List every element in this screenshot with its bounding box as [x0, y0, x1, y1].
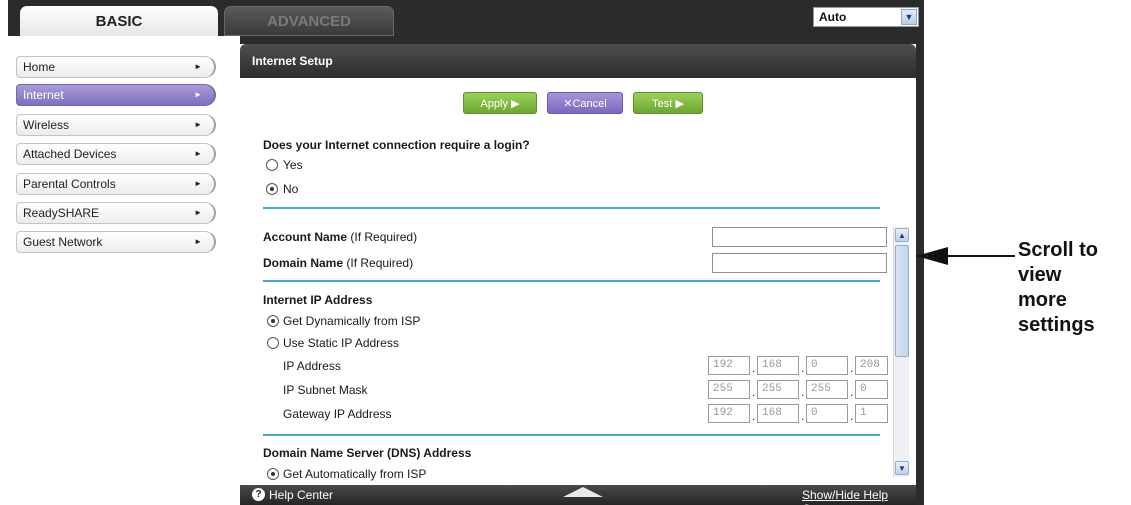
ip-dynamic-label: Get Dynamically from ISP [283, 314, 421, 328]
sidebar-item-label: ReadySHARE [23, 206, 100, 220]
domain-name-field[interactable] [712, 253, 887, 273]
callout-arrow-icon [916, 247, 948, 265]
sidebar-item-parental-controls[interactable]: Parental Controls ► [16, 173, 216, 195]
caret-right-icon: ► [194, 179, 202, 188]
dot-separator: . [850, 361, 854, 375]
sidebar-item-label: Guest Network [23, 235, 103, 249]
caret-right-icon: ► [194, 237, 202, 246]
login-yes-radio[interactable] [266, 159, 278, 171]
ip-octet-input[interactable]: 0 [806, 356, 848, 375]
test-button[interactable]: Test ▶ [633, 92, 703, 114]
panel-title: Internet Setup [240, 44, 916, 78]
sidebar-item-label: Parental Controls [23, 177, 116, 191]
login-no-radio[interactable] [266, 183, 278, 195]
ip-static-radio[interactable] [267, 337, 279, 349]
account-name-field[interactable] [712, 227, 887, 247]
login-no-label: No [283, 182, 299, 196]
callout-line: more [1018, 289, 1067, 311]
show-hide-help-link[interactable]: Show/Hide Help Center [802, 488, 916, 505]
dot-separator: . [850, 409, 854, 423]
apply-button[interactable]: Apply ▶ [463, 92, 537, 114]
domain-name-label: Domain Name [263, 256, 344, 270]
sidebar-item-label: Attached Devices [23, 147, 117, 161]
if-required-note: (If Required) [346, 256, 414, 270]
caret-right-icon: ► [194, 62, 202, 71]
dot-separator: . [752, 361, 756, 375]
sidebar-item-guest-network[interactable]: Guest Network ► [16, 231, 216, 253]
caret-right-icon: ► [194, 120, 202, 129]
sidebar-item-label: Wireless [23, 118, 70, 132]
caret-right-icon: ► [194, 149, 202, 158]
login-yes-label: Yes [283, 158, 303, 172]
dns-section-heading: Domain Name Server (DNS) Address [263, 446, 472, 460]
callout-arrow-line [945, 255, 1015, 257]
login-question: Does your Internet connection require a … [263, 138, 530, 152]
dot-separator: . [752, 409, 756, 423]
subnet-octet-input[interactable]: 255 [806, 380, 848, 399]
help-icon[interactable]: ? [252, 488, 265, 501]
sidebar-item-wireless[interactable]: Wireless ► [16, 114, 216, 136]
panel-scrollbar[interactable]: ▲ ▼ [893, 227, 909, 477]
dns-auto-radio[interactable] [267, 468, 279, 480]
gateway-octet-input[interactable]: 1 [855, 404, 888, 423]
scroll-callout: Scroll to view more settings [1018, 238, 1098, 338]
sidebar-item-home[interactable]: Home ► [16, 56, 216, 78]
scrollbar-thumb[interactable] [895, 245, 909, 357]
ip-address-label: IP Address [283, 359, 341, 373]
tab-advanced[interactable]: ADVANCED [224, 6, 394, 36]
help-center-label[interactable]: Help Center [269, 488, 333, 502]
dot-separator: . [801, 385, 805, 399]
dot-separator: . [801, 361, 805, 375]
cancel-button[interactable]: ✕Cancel [547, 92, 623, 114]
dot-separator: . [752, 385, 756, 399]
sidebar-item-label: Internet [23, 88, 64, 102]
ip-dynamic-radio[interactable] [267, 315, 279, 327]
section-divider [263, 434, 880, 436]
ip-address-fields: 192 . 168 . 0 . 208 [708, 356, 888, 376]
subnet-octet-input[interactable]: 255 [708, 380, 750, 399]
sidebar: Home ► Internet ► Wireless ► Attached Devic… [8, 36, 240, 505]
ip-static-label: Use Static IP Address [283, 336, 399, 350]
ip-octet-input[interactable]: 168 [757, 356, 799, 375]
gateway-fields: 192 . 168 . 0 . 1 [708, 404, 888, 424]
gateway-label: Gateway IP Address [283, 407, 392, 421]
sidebar-item-internet[interactable]: Internet ► [16, 84, 216, 106]
scroll-down-icon[interactable]: ▼ [895, 461, 909, 475]
caret-right-icon: ► [194, 90, 202, 99]
ip-octet-input[interactable]: 208 [855, 356, 888, 375]
help-center-bar: ? Help Center Show/Hide Help Center [240, 485, 916, 505]
callout-line: settings [1018, 314, 1095, 336]
language-select[interactable]: Auto ▼ [813, 7, 919, 27]
callout-line: view [1018, 264, 1062, 286]
subnet-octet-input[interactable]: 255 [757, 380, 799, 399]
subnet-mask-label: IP Subnet Mask [283, 383, 368, 397]
chevron-down-icon[interactable]: ▼ [901, 9, 917, 25]
gateway-octet-input[interactable]: 168 [757, 404, 799, 423]
callout-line: Scroll to [1018, 239, 1099, 261]
dot-separator: . [850, 385, 854, 399]
dns-auto-label: Get Automatically from ISP [283, 467, 427, 481]
subnet-mask-fields: 255 . 255 . 255 . 0 [708, 380, 888, 400]
account-name-label-row: Account Name (If Required) [263, 230, 417, 244]
dot-separator: . [801, 409, 805, 423]
subnet-octet-input[interactable]: 0 [855, 380, 888, 399]
caret-right-icon: ► [194, 208, 202, 217]
gateway-octet-input[interactable]: 192 [708, 404, 750, 423]
scroll-up-icon[interactable]: ▲ [895, 228, 909, 242]
gateway-octet-input[interactable]: 0 [806, 404, 848, 423]
ip-section-heading: Internet IP Address [263, 293, 373, 307]
domain-name-label-row: Domain Name (If Required) [263, 256, 413, 270]
if-required-note: (If Required) [350, 230, 418, 244]
account-name-label: Account Name [263, 230, 348, 244]
language-select-value: Auto [819, 10, 847, 24]
sidebar-item-readyshare[interactable]: ReadySHARE ► [16, 202, 216, 224]
sidebar-item-label: Home [23, 60, 56, 74]
expand-triangle-icon[interactable] [563, 487, 603, 497]
section-divider [263, 207, 880, 209]
sidebar-item-attached-devices[interactable]: Attached Devices ► [16, 143, 216, 165]
tab-basic[interactable]: BASIC [20, 6, 218, 36]
ip-octet-input[interactable]: 192 [708, 356, 750, 375]
section-divider [263, 280, 880, 282]
